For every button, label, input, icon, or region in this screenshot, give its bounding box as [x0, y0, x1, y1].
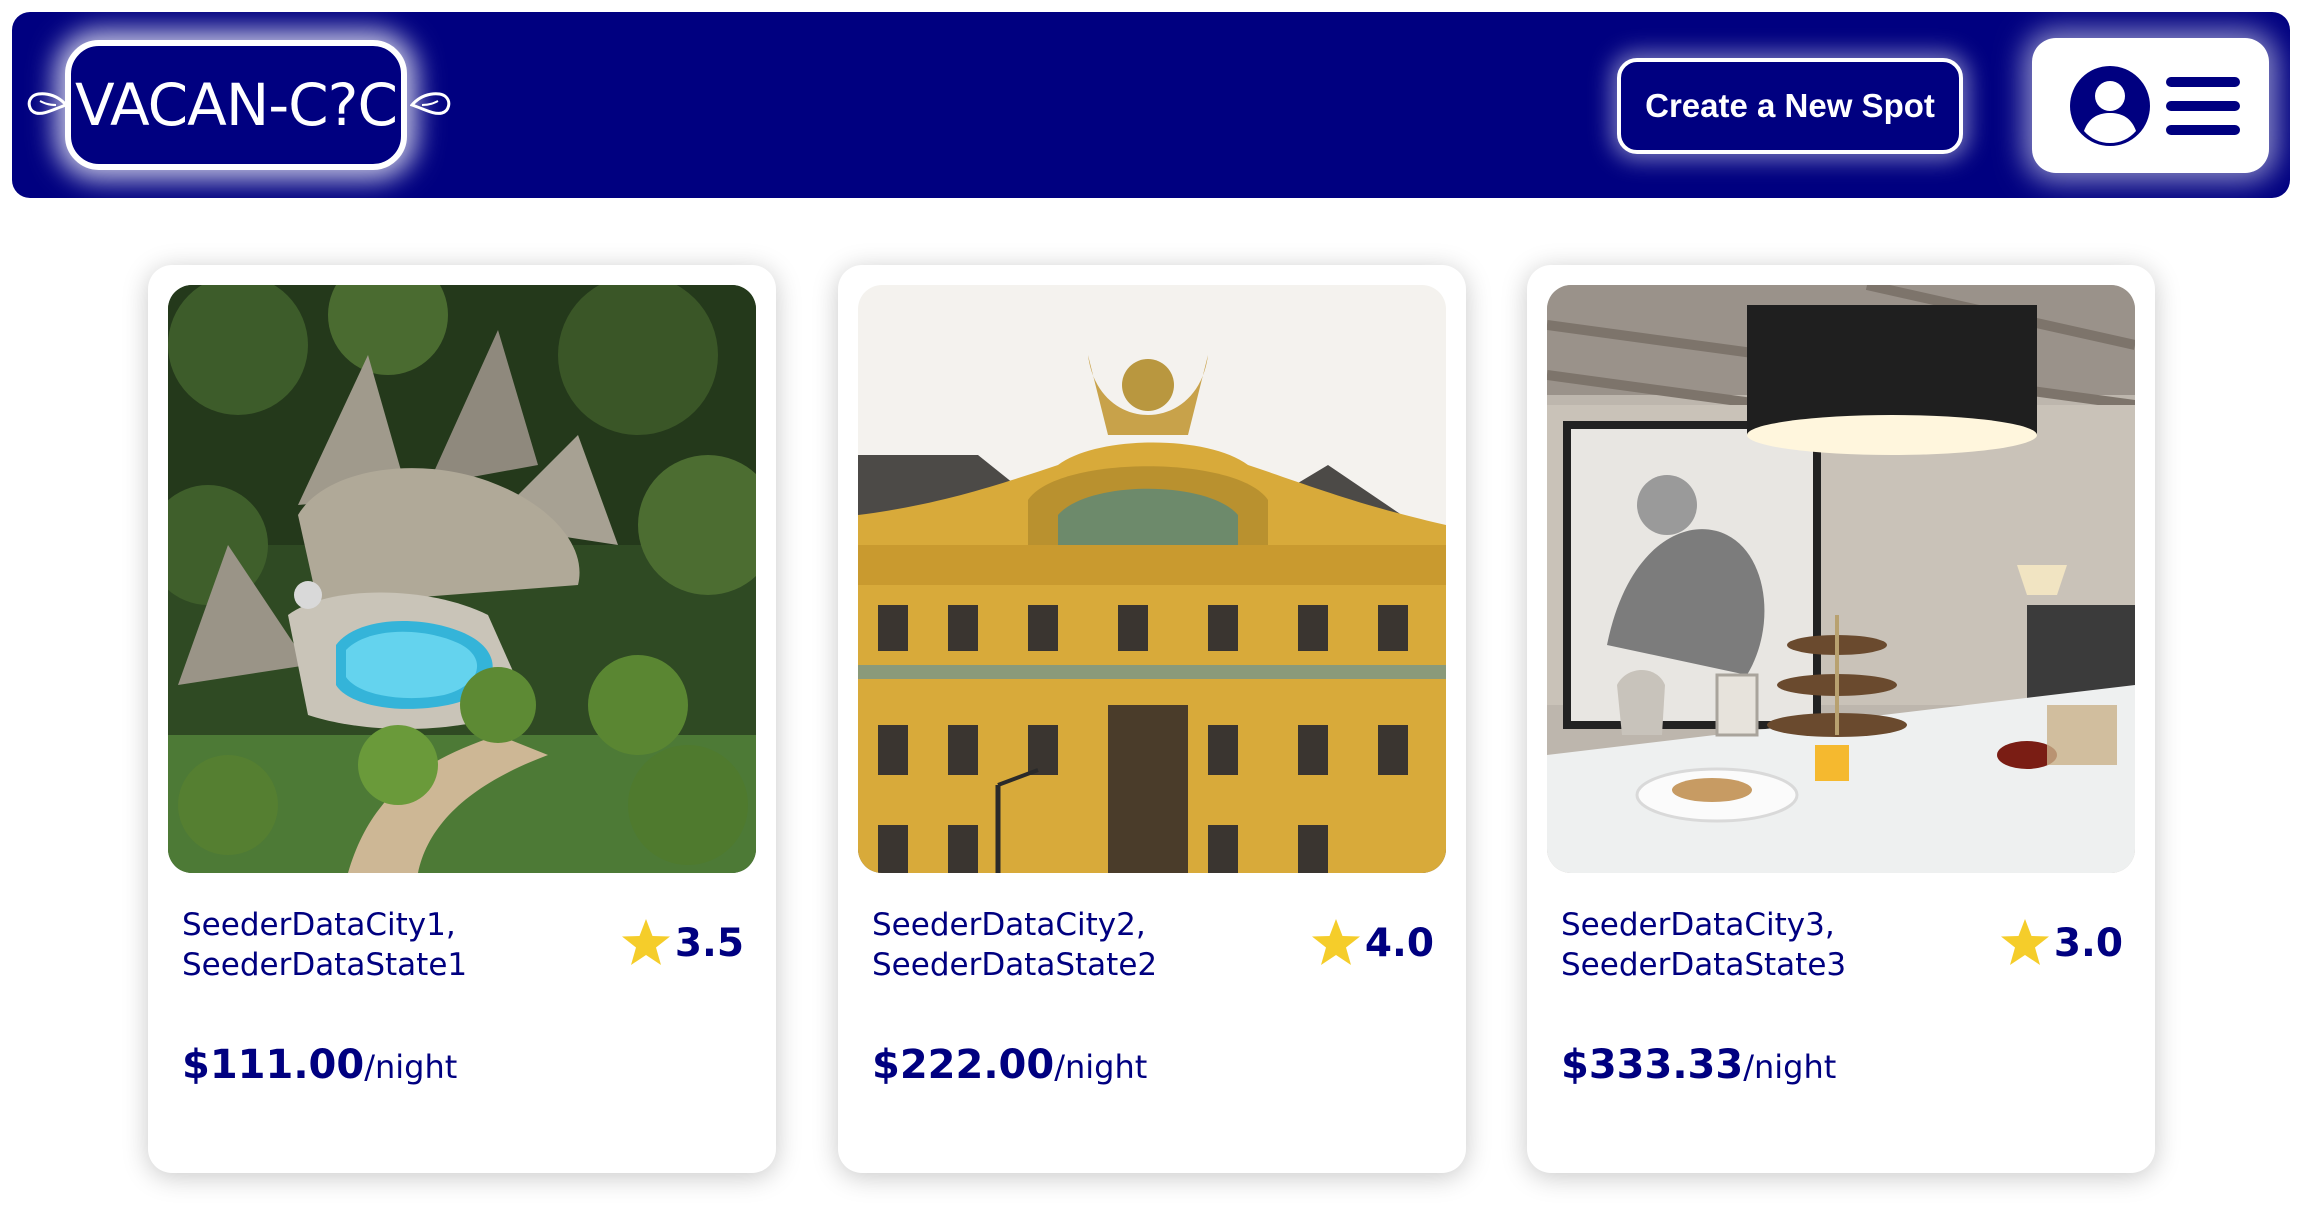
spot-city: SeederDataCity3,: [1561, 907, 1835, 943]
spot-rating: 3.5: [619, 917, 744, 969]
spot-rating: 4.0: [1309, 917, 1434, 969]
spot-price: $333.33/night: [1561, 1045, 1836, 1085]
spot-rating-value: 3.0: [2053, 920, 2123, 966]
spot-location: SeederDataCity1, SeederDataState1: [182, 905, 582, 985]
spot-image-dining-room: [1547, 285, 2135, 873]
home-logo-link[interactable]: VACAN-C?C: [65, 40, 407, 170]
spot-card[interactable]: SeederDataCity2, SeederDataState2 4.0 $2…: [838, 265, 1466, 1173]
spot-location: SeederDataCity2, SeederDataState2: [872, 905, 1272, 985]
spot-state: SeederDataState1: [182, 947, 468, 983]
star-icon: [621, 919, 670, 965]
spot-price-unit: /night: [364, 1048, 458, 1086]
star-icon: [2000, 919, 2049, 965]
spot-card[interactable]: SeederDataCity3, SeederDataState3 3.0 $3…: [1527, 265, 2155, 1173]
spot-rating-value: 3.5: [674, 920, 744, 966]
spot-location: SeederDataCity3, SeederDataState3: [1561, 905, 1961, 985]
spot-card[interactable]: SeederDataCity1, SeederDataState1 3.5 $1…: [148, 265, 776, 1173]
star-icon: [1311, 919, 1360, 965]
spot-price-unit: /night: [1743, 1048, 1837, 1086]
spot-price: $111.00/night: [182, 1045, 457, 1085]
spot-price-amount: $333.33: [1561, 1042, 1744, 1088]
spot-city: SeederDataCity1,: [182, 907, 456, 943]
logo-wing-right-icon: [410, 92, 451, 115]
user-circle-icon: [2070, 66, 2150, 146]
spot-price-amount: $222.00: [872, 1042, 1055, 1088]
spot-price-amount: $111.00: [182, 1042, 365, 1088]
profile-menu-button[interactable]: [2032, 38, 2269, 173]
spot-image-tropical-resort: [168, 285, 756, 873]
spot-city: SeederDataCity2,: [872, 907, 1146, 943]
top-nav-bar: VACAN-C?C Create a New Spot: [12, 12, 2290, 198]
spot-rating-value: 4.0: [1364, 920, 1434, 966]
hamburger-menu-icon: [2166, 77, 2240, 135]
logo-text: VACAN-C?C: [75, 71, 398, 139]
spot-state: SeederDataState2: [872, 947, 1158, 983]
spot-price-unit: /night: [1054, 1048, 1148, 1086]
logo-wing-left-icon: [27, 92, 68, 115]
spot-image-grand-hotel: [858, 285, 1446, 873]
spot-price: $222.00/night: [872, 1045, 1147, 1085]
spot-state: SeederDataState3: [1561, 947, 1847, 983]
create-new-spot-button[interactable]: Create a New Spot: [1617, 58, 1963, 154]
spot-rating: 3.0: [1998, 917, 2123, 969]
